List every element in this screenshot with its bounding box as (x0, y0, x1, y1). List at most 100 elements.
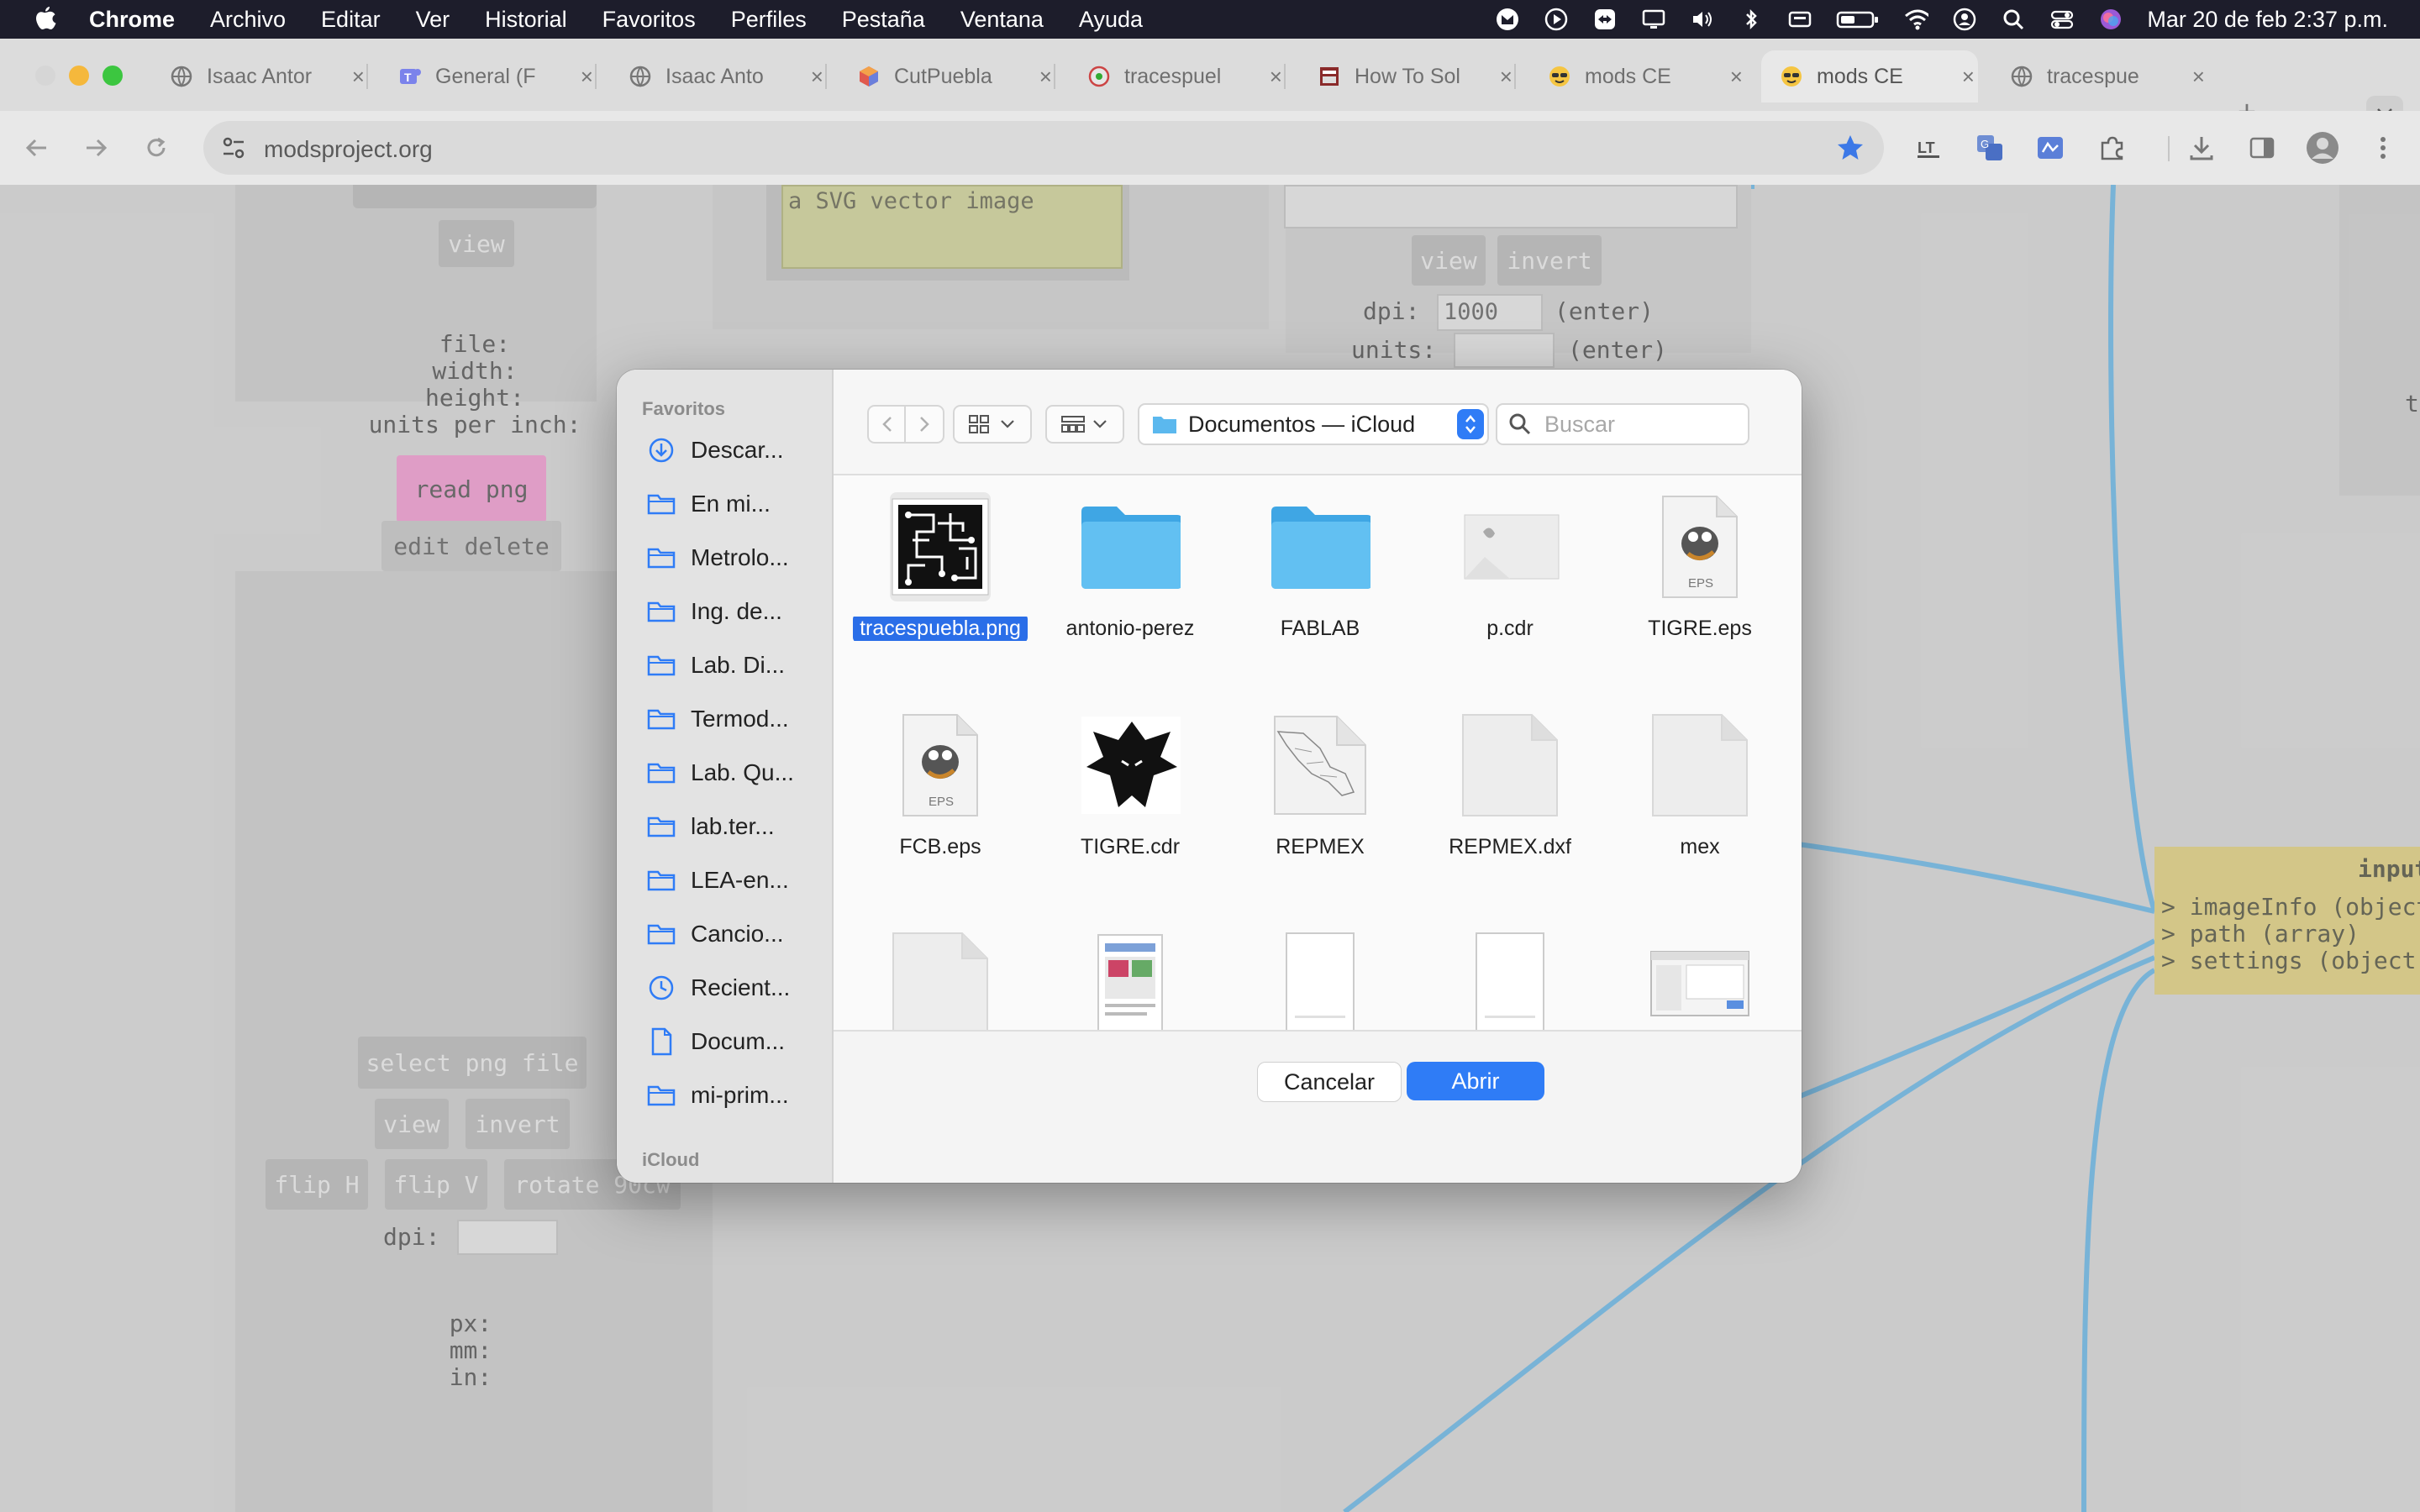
site-info-icon[interactable] (220, 134, 247, 165)
menu-editar[interactable]: Editar (321, 7, 381, 33)
menu-historial[interactable]: Historial (485, 7, 567, 33)
back-nav-button[interactable] (867, 405, 908, 444)
sidebar-item-1[interactable]: En mi... (647, 487, 832, 521)
search-field[interactable]: Buscar (1496, 403, 1749, 445)
reload-button[interactable] (138, 129, 175, 166)
window-close-button[interactable] (35, 66, 55, 86)
file-item-3[interactable]: p.cdr (1422, 475, 1598, 677)
sidebar-item-label: Ing. de... (691, 598, 782, 624)
file-item-1[interactable]: antonio-perez (1042, 475, 1218, 677)
tab-7-active[interactable]: mods CE × (1761, 50, 1978, 102)
tab-close-icon[interactable]: × (1959, 66, 1978, 87)
sidebar-item-0[interactable]: Descar... (647, 433, 832, 467)
file-item-5[interactable]: EPS FCB.eps (852, 694, 1028, 895)
window-minimize-button[interactable] (69, 66, 89, 86)
tab-3[interactable]: CutPuebla × (839, 50, 1055, 102)
play-icon[interactable] (1544, 7, 1569, 32)
teamviewer-icon[interactable] (1592, 7, 1618, 32)
bookmark-star-icon[interactable] (1835, 133, 1865, 167)
file-item-10[interactable] (852, 912, 1028, 1030)
location-popup[interactable]: Documentos — iCloud (1138, 403, 1489, 445)
tab-close-icon[interactable]: × (577, 66, 597, 87)
tab-close-icon[interactable]: × (2189, 66, 2208, 87)
sidebar-item-11[interactable]: Docum... (647, 1025, 832, 1058)
file-item-2[interactable]: FABLAB (1232, 475, 1408, 677)
tab-6[interactable]: mods CE × (1529, 50, 1746, 102)
tab-5[interactable]: How To Sol × (1299, 50, 1516, 102)
menu-favoritos[interactable]: Favoritos (602, 7, 696, 33)
menu-ayuda[interactable]: Ayuda (1079, 7, 1143, 33)
address-bar[interactable]: modsproject.org (203, 121, 1884, 175)
tab-close-icon[interactable]: × (349, 66, 368, 87)
view-mode-button[interactable] (953, 405, 1032, 444)
battery-icon (1836, 7, 1880, 32)
display-icon[interactable] (1641, 7, 1666, 32)
tab-4[interactable]: tracespuel × (1069, 50, 1286, 102)
tab-0[interactable]: Isaac Antor × (151, 50, 368, 102)
tab-1[interactable]: T General (F × (380, 50, 597, 102)
file-item-9[interactable]: mex (1612, 694, 1788, 895)
spotlight-search-icon[interactable] (2001, 7, 2026, 32)
tab-close-icon[interactable]: × (1727, 66, 1746, 87)
tab-close-icon[interactable]: × (1497, 66, 1516, 87)
menu-app-chrome[interactable]: Chrome (89, 7, 175, 33)
file-item-12[interactable] (1232, 912, 1408, 1030)
siri-icon[interactable] (2098, 7, 2123, 32)
tab-close-icon[interactable]: × (1266, 66, 1286, 87)
tab-close-icon[interactable]: × (1036, 66, 1055, 87)
wifi-icon[interactable] (1903, 7, 1929, 32)
sidebar-item-7[interactable]: lab.ter... (647, 810, 832, 843)
file-item-6[interactable]: TIGRE.cdr (1042, 694, 1218, 895)
file-item-0[interactable]: tracespuebla.png (852, 475, 1028, 677)
tab-2[interactable]: Isaac Anto × (610, 50, 827, 102)
file-item-7[interactable]: REPMEX (1232, 694, 1408, 895)
tab-close-icon[interactable]: × (808, 66, 827, 87)
window-zoom-button[interactable] (103, 66, 123, 86)
sidebar-item-5[interactable]: Termod... (647, 702, 832, 736)
sidebar-item-10[interactable]: Recient... (647, 971, 832, 1005)
open-button[interactable]: Abrir (1407, 1062, 1544, 1100)
file-item-13[interactable] (1422, 912, 1598, 1030)
menu-ventana[interactable]: Ventana (960, 7, 1044, 33)
menu-perfiles[interactable]: Perfiles (731, 7, 807, 33)
chrome-menu-kebab-icon[interactable] (2366, 131, 2400, 165)
control-center-icon[interactable] (2049, 7, 2075, 32)
file-item-4[interactable]: EPS TIGRE.eps (1612, 475, 1788, 677)
keyboard-icon[interactable] (1787, 7, 1812, 32)
file-grid[interactable]: tracespuebla.png antonio-perez FABLAB p.cdr… (834, 475, 1802, 1030)
sidebar-item-8[interactable]: LEA-en... (647, 864, 832, 897)
sidebar-item-9[interactable]: Cancio... (647, 917, 832, 951)
side-panel-icon[interactable] (2245, 131, 2279, 165)
sidebar-item-6[interactable]: Lab. Qu... (647, 756, 832, 790)
languagetool-extension-icon[interactable]: LT (1912, 131, 1946, 165)
gmail-icon[interactable] (1495, 7, 1520, 32)
back-button[interactable] (18, 129, 55, 166)
profile-avatar[interactable] (2306, 131, 2339, 165)
group-by-button[interactable] (1045, 405, 1124, 444)
bluetooth-icon[interactable] (1739, 7, 1764, 32)
menu-archivo[interactable]: Archivo (210, 7, 286, 33)
menubar-clock[interactable]: Mar 20 de feb 2:37 p.m. (2147, 7, 2388, 33)
forward-nav-button[interactable] (904, 405, 944, 444)
extensions-puzzle-icon[interactable] (2096, 131, 2129, 165)
volume-icon[interactable] (1690, 7, 1715, 32)
sidebar-item-4[interactable]: Lab. Di... (647, 648, 832, 682)
file-item-14[interactable] (1612, 912, 1788, 1030)
file-item-8[interactable]: REPMEX.dxf (1422, 694, 1598, 895)
tab-8[interactable]: tracespue × (1991, 50, 2208, 102)
mozilla-extension-icon[interactable] (2033, 131, 2067, 165)
svg-text:LT: LT (1918, 139, 1935, 156)
cancel-button[interactable]: Cancelar (1257, 1062, 1402, 1102)
dialog-sidebar: Favoritos Descar... En mi... Metrolo... Ing… (617, 370, 834, 1183)
menu-ver[interactable]: Ver (416, 7, 450, 33)
forward-button[interactable] (77, 129, 114, 166)
sidebar-item-3[interactable]: Ing. de... (647, 595, 832, 628)
menu-pestana[interactable]: Pestaña (842, 7, 925, 33)
apple-icon[interactable] (32, 5, 59, 34)
user-account-icon[interactable] (1952, 7, 1977, 32)
sidebar-item-12[interactable]: mi-prim... (647, 1079, 832, 1112)
translate-extension-icon[interactable]: G (1973, 131, 2007, 165)
file-item-11[interactable] (1042, 912, 1218, 1030)
downloads-icon[interactable] (2185, 131, 2218, 165)
sidebar-item-2[interactable]: Metrolo... (647, 541, 832, 575)
